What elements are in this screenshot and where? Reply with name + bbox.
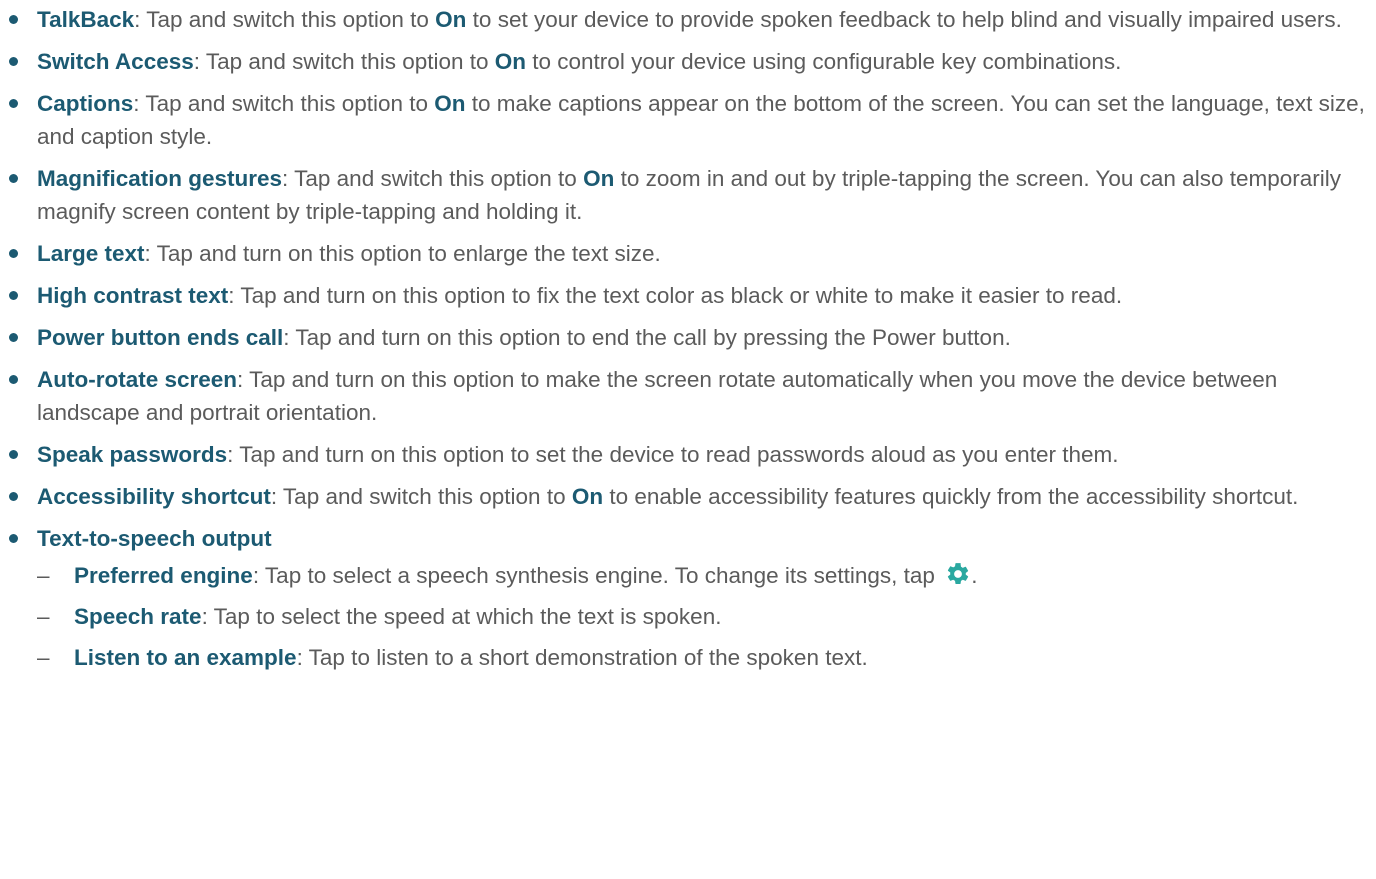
accessibility-settings-document: TalkBack: Tap and switch this option to …	[0, 0, 1376, 879]
item-text: : Tap and turn on this option to enlarge…	[144, 241, 661, 266]
bullet-icon	[9, 375, 18, 384]
term-magnification-gestures: Magnification gestures	[37, 166, 283, 191]
on-keyword: On	[434, 91, 466, 116]
item-text: : Tap to select a speech synthesis engin…	[252, 563, 935, 588]
bullet-icon	[9, 15, 18, 24]
item-text: : Tap and switch this option to	[282, 166, 584, 191]
term-speak-passwords: Speak passwords	[37, 442, 228, 467]
item-text: : Tap to listen to a short demonstration…	[296, 645, 868, 670]
on-keyword: On	[494, 49, 527, 74]
bullet-icon	[9, 291, 18, 300]
term-accessibility-shortcut: Accessibility shortcut	[37, 484, 271, 509]
list-item-talkback: TalkBack: Tap and switch this option to …	[0, 3, 1370, 36]
sublist-item-preferred-engine: – Preferred engine: Tap to select a spee…	[37, 559, 1370, 592]
item-text: : Tap and turn on this option to fix the…	[228, 283, 1123, 308]
item-text: : Tap and switch this option to	[270, 484, 572, 509]
list-item-large-text: Large text: Tap and turn on this option …	[0, 237, 1370, 270]
accessibility-options-list: TalkBack: Tap and switch this option to …	[0, 3, 1370, 683]
bullet-icon	[9, 450, 18, 459]
term-switch-access: Switch Access	[37, 49, 194, 74]
gear-icon	[948, 563, 969, 584]
item-text: : Tap and turn on this option to end the…	[283, 325, 1011, 350]
term-power-button-ends-call: Power button ends call	[37, 325, 284, 350]
item-text: to enable accessibility features quickly…	[603, 484, 1299, 509]
dash-marker: –	[37, 563, 50, 588]
list-item-switch-access: Switch Access: Tap and switch this optio…	[0, 45, 1370, 78]
on-keyword: On	[571, 484, 604, 509]
list-item-auto-rotate-screen: Auto-rotate screen: Tap and turn on this…	[0, 363, 1370, 429]
on-keyword: On	[435, 7, 467, 32]
term-talkback: TalkBack	[37, 7, 135, 32]
text-to-speech-sublist: – Preferred engine: Tap to select a spee…	[37, 559, 1370, 674]
bullet-icon	[9, 174, 18, 183]
item-text: : Tap and switch this option to	[134, 7, 436, 32]
list-item-power-button-ends-call: Power button ends call: Tap and turn on …	[0, 321, 1370, 354]
bullet-icon	[9, 534, 18, 543]
term-high-contrast-text: High contrast text	[37, 283, 229, 308]
term-captions: Captions	[37, 91, 134, 116]
list-item-text-to-speech-output: Text-to-speech output – Preferred engine…	[0, 522, 1370, 674]
term-auto-rotate-screen: Auto-rotate screen	[37, 367, 238, 392]
item-text: .	[971, 563, 978, 588]
bullet-icon	[9, 249, 18, 258]
bullet-icon	[9, 57, 18, 66]
term-speech-rate: Speech rate	[74, 604, 202, 629]
term-preferred-engine: Preferred engine	[74, 563, 253, 588]
list-item-speak-passwords: Speak passwords: Tap and turn on this op…	[0, 438, 1370, 471]
bullet-icon	[9, 333, 18, 342]
sublist-item-speech-rate: – Speech rate: Tap to select the speed a…	[37, 600, 1370, 633]
bullet-icon	[9, 99, 18, 108]
list-item-magnification-gestures: Magnification gestures: Tap and switch t…	[0, 162, 1370, 228]
term-large-text: Large text	[37, 241, 145, 266]
list-item-high-contrast-text: High contrast text: Tap and turn on this…	[0, 279, 1370, 312]
item-text: to control your device using configurabl…	[526, 49, 1122, 74]
list-item-captions: Captions: Tap and switch this option to …	[0, 87, 1370, 153]
dash-marker: –	[37, 604, 50, 629]
item-text: : Tap and turn on this option to set the…	[227, 442, 1119, 467]
term-text-to-speech-output: Text-to-speech output	[37, 526, 272, 551]
on-keyword: On	[583, 166, 615, 191]
item-text: to set your device to provide spoken fee…	[466, 7, 1342, 32]
item-text: : Tap and switch this option to	[193, 49, 495, 74]
sublist-item-listen-to-an-example: – Listen to an example: Tap to listen to…	[37, 641, 1370, 674]
dash-marker: –	[37, 645, 50, 670]
bullet-icon	[9, 492, 18, 501]
term-listen-to-an-example: Listen to an example	[74, 645, 297, 670]
item-text: : Tap to select the speed at which the t…	[201, 604, 722, 629]
item-text: : Tap and switch this option to	[133, 91, 435, 116]
list-item-accessibility-shortcut: Accessibility shortcut: Tap and switch t…	[0, 480, 1370, 513]
